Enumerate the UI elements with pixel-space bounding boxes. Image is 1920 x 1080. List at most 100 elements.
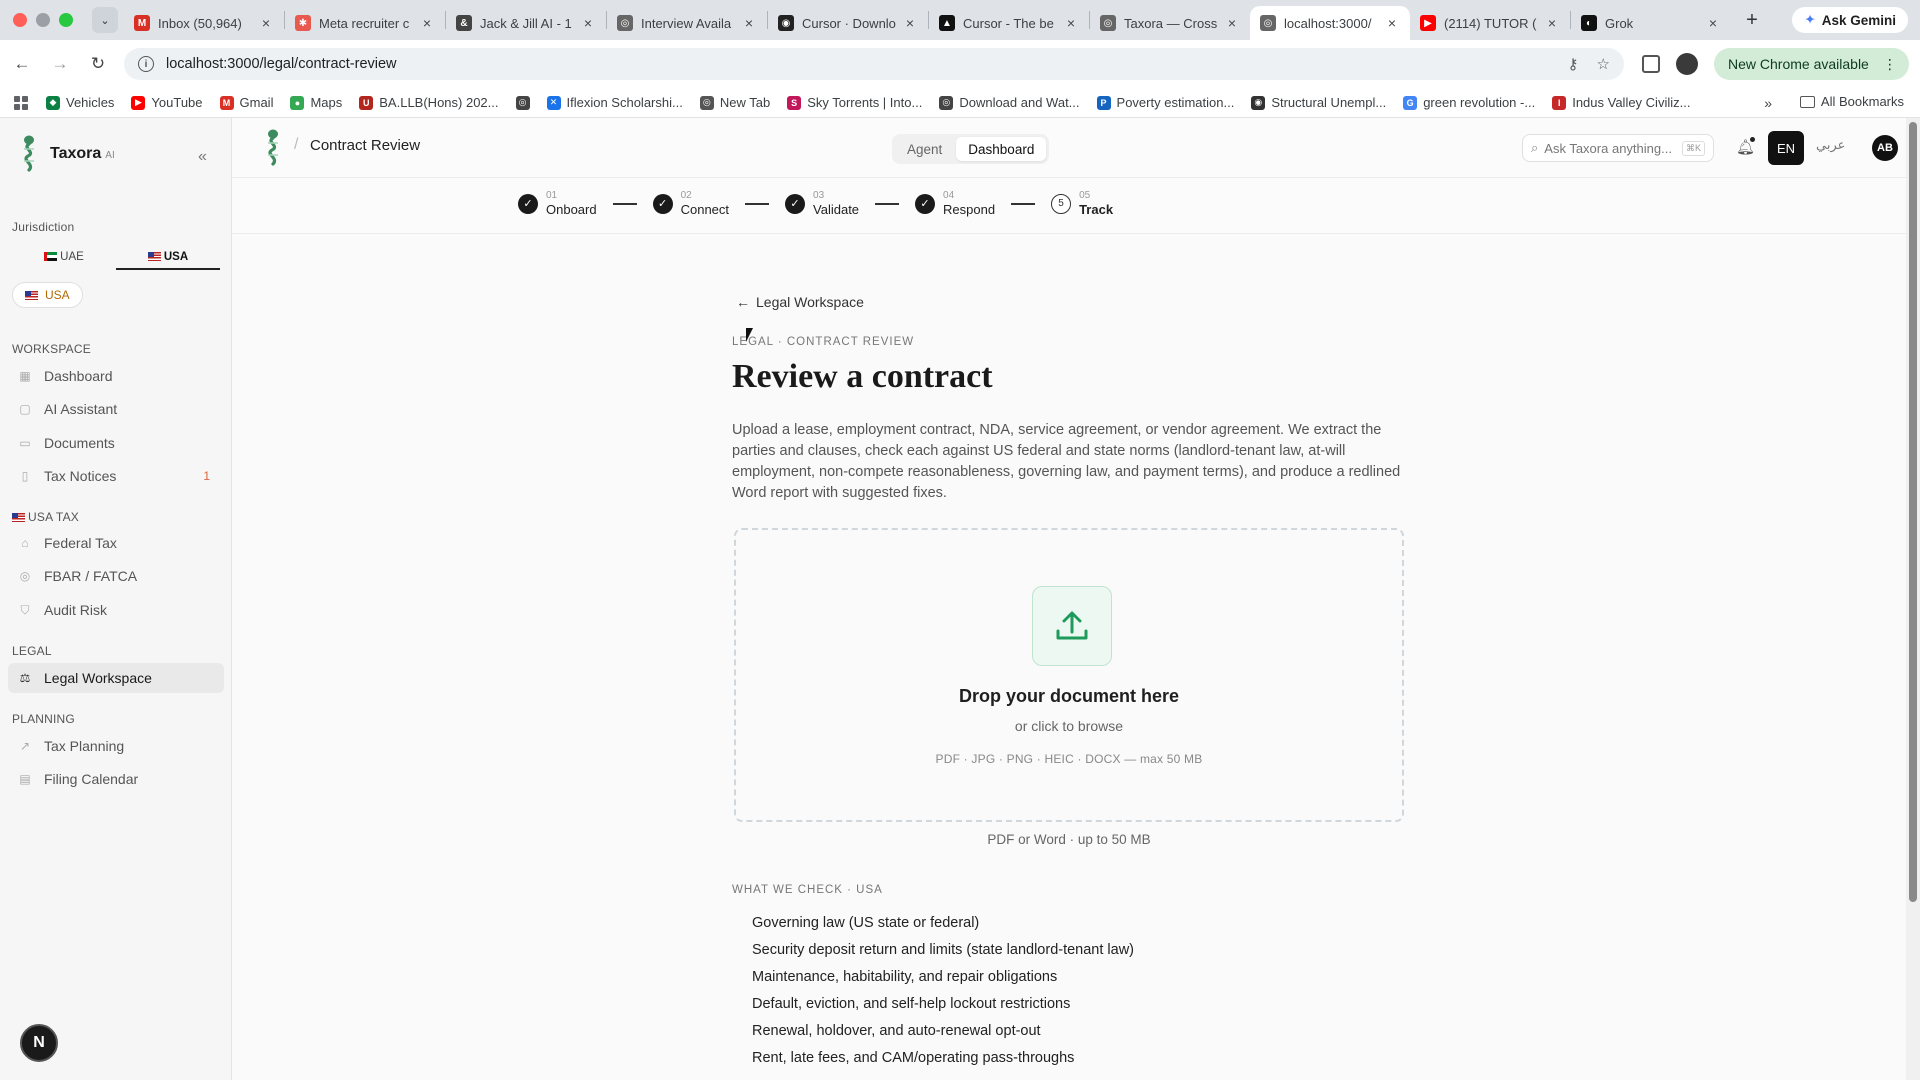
browser-tab[interactable]: ▶ (2114) TUTOR (× — [1410, 6, 1570, 40]
tab-title: (2114) TUTOR ( — [1444, 15, 1537, 31]
bookmark-star-icon[interactable]: ☆ — [1597, 55, 1610, 73]
reload-button[interactable]: ↻ — [82, 54, 114, 74]
address-bar[interactable]: i localhost:3000/legal/contract-review ⚷… — [124, 48, 1624, 80]
page-scrollbar[interactable] — [1906, 118, 1920, 1080]
bookmark-item[interactable]: ◎ New Tab — [699, 95, 770, 110]
browser-tab[interactable]: M Inbox (50,964) × — [124, 6, 284, 40]
bookmark-item[interactable]: ◉ Structural Unempl... — [1251, 95, 1386, 110]
language-ar-button[interactable]: عربي — [1816, 138, 1845, 153]
close-tab-icon[interactable]: × — [741, 15, 757, 31]
browser-tab[interactable]: ◎ Interview Availa × — [607, 6, 767, 40]
close-tab-icon[interactable]: × — [419, 15, 435, 31]
browser-tab[interactable]: ◎ Taxora — Cross × — [1090, 6, 1250, 40]
check-list-item: Maintenance, habitability, and repair ob… — [752, 969, 1058, 985]
scales-icon: ⚖ — [19, 671, 31, 685]
sidebar-item-tax-planning[interactable]: ↗ Tax Planning — [8, 731, 224, 761]
browser-tab[interactable]: ◎ localhost:3000/ × — [1250, 6, 1410, 40]
bookmark-item[interactable]: Ggreen revolution -... — [1403, 95, 1535, 110]
bookmark-item[interactable]: I Indus Valley Civiliz... — [1552, 95, 1690, 110]
bookmark-item[interactable]: U BA.LLB(Hons) 202... — [359, 95, 499, 110]
close-tab-icon[interactable]: × — [258, 15, 274, 31]
site-info-icon[interactable]: i — [138, 56, 154, 72]
bookmark-item[interactable]: ◆ Vehicles — [46, 95, 114, 110]
sidebar-item-audit-risk[interactable]: ⛉ Audit Risk — [8, 595, 224, 625]
breadcrumb-separator: / — [294, 136, 299, 153]
tab-title: Cursor · Downlo — [802, 15, 896, 31]
sidebar-item-federal-tax[interactable]: ⌂ Federal Tax — [8, 528, 224, 558]
sidebar-item-ai-assistant[interactable]: ▢ AI Assistant — [8, 394, 224, 424]
step-validate[interactable]: ✓ 03 Validate — [785, 190, 859, 218]
bookmark-label: Maps — [310, 95, 343, 110]
browser-tab[interactable]: ▲ Cursor - The be × — [929, 6, 1089, 40]
sidebar-item-fbar-fatca[interactable]: ◎ FBAR / FATCA — [8, 561, 224, 591]
usa-flag-icon — [12, 513, 25, 522]
tab-title: Meta recruiter c — [319, 15, 410, 31]
close-tab-icon[interactable]: × — [902, 15, 918, 31]
apps-grid-icon[interactable] — [14, 95, 28, 110]
browser-tab[interactable]: ✱ Meta recruiter c × — [285, 6, 445, 40]
sidebar-item-documents[interactable]: ▭ Documents — [8, 428, 224, 458]
jurisdiction-chip[interactable]: USA — [12, 282, 83, 308]
step-connect[interactable]: ✓ 02 Connect — [652, 190, 729, 218]
language-en-button[interactable]: EN — [1768, 131, 1804, 165]
user-avatar[interactable]: AB — [1872, 135, 1898, 161]
browser-tab[interactable]: ◉ Cursor · Downlo × — [768, 6, 928, 40]
extensions-icon[interactable] — [1642, 55, 1660, 73]
new-tab-button[interactable]: + — [1737, 9, 1767, 32]
notice-count-badge: 1 — [203, 469, 210, 483]
jurisdiction-uae[interactable]: UAE — [12, 246, 116, 270]
mode-dashboard-tab[interactable]: Dashboard — [956, 137, 1047, 161]
sidebar-item-dashboard[interactable]: ▦ Dashboard — [8, 361, 224, 391]
bookmark-item[interactable]: S Sky Torrents | Into... — [787, 95, 922, 110]
profile-avatar[interactable] — [1676, 53, 1698, 75]
close-tab-icon[interactable]: × — [1224, 15, 1240, 31]
browser-tab[interactable]: & Jack & Jill AI - 1 × — [446, 6, 606, 40]
bookmark-item[interactable]: ● Maps — [290, 95, 342, 110]
bookmark-item[interactable]: ◎ — [515, 95, 530, 110]
minimize-window-button[interactable] — [36, 13, 50, 27]
close-window-button[interactable] — [13, 13, 27, 27]
global-search-input[interactable]: ⌕ Ask Taxora anything... ⌘K — [1522, 134, 1714, 162]
sidebar-item-legal-workspace[interactable]: ⚖ Legal Workspace — [8, 663, 224, 693]
bookmark-item[interactable]: ▶ YouTube — [131, 95, 203, 110]
upload-icon-box — [1032, 586, 1112, 666]
bookmark-item[interactable]: P Poverty estimation... — [1096, 95, 1234, 110]
close-tab-icon[interactable]: × — [1063, 15, 1079, 31]
close-tab-icon[interactable]: × — [1384, 15, 1400, 31]
key-icon[interactable]: ⚷ — [1568, 55, 1579, 73]
step-track[interactable]: 5 05 Track — [1051, 190, 1113, 218]
back-button[interactable]: ← — [6, 54, 38, 74]
collapse-sidebar-icon[interactable]: « — [198, 148, 207, 166]
document-dropzone[interactable]: Drop your document here or click to brow… — [734, 528, 1404, 822]
jurisdiction-usa[interactable]: USA — [116, 246, 220, 270]
step-onboard[interactable]: ✓ 01 Onboard — [518, 190, 597, 218]
dev-tools-avatar[interactable]: N — [20, 1024, 58, 1062]
gmail-icon: M — [134, 15, 150, 31]
scrollbar-thumb[interactable] — [1909, 122, 1917, 902]
ask-gemini-button[interactable]: ✦ Ask Gemini — [1792, 7, 1908, 33]
pib-icon: P — [1096, 95, 1111, 110]
bookmark-label: Vehicles — [66, 95, 115, 110]
back-to-legal-workspace-link[interactable]: ← Legal Workspace — [736, 294, 864, 310]
bookmark-item[interactable]: M Gmail — [219, 95, 273, 110]
sidebar-item-filing-calendar[interactable]: ▤ Filing Calendar — [8, 764, 224, 794]
sidebar-item-tax-notices[interactable]: ▯ Tax Notices 1 — [8, 461, 224, 491]
more-bookmarks-icon[interactable]: » — [1764, 95, 1772, 111]
step-connector — [612, 203, 637, 205]
close-tab-icon[interactable]: × — [1544, 15, 1560, 31]
new-chrome-available-button[interactable]: New Chrome available ⋮ — [1714, 48, 1909, 80]
brand[interactable]: Taxora AI — [18, 134, 115, 174]
tab-search-button[interactable]: ⌄ — [92, 7, 118, 33]
maximize-window-button[interactable] — [59, 13, 73, 27]
browser-tab[interactable]: ◐ Grok × — [1571, 6, 1731, 40]
step-respond[interactable]: ✓ 04 Respond — [915, 190, 995, 218]
mode-agent-tab[interactable]: Agent — [895, 137, 954, 161]
taxora-logo-icon[interactable] — [262, 128, 284, 168]
bookmark-item[interactable]: ◎ Download and Wat... — [939, 95, 1080, 110]
forward-button[interactable]: → — [44, 54, 76, 74]
close-tab-icon[interactable]: × — [1705, 15, 1721, 31]
bookmark-item[interactable]: ✕ Iflexion Scholarshi... — [546, 95, 683, 110]
check-list: Governing law (US state or federal) Secur… — [752, 910, 1452, 1072]
all-bookmarks-button[interactable]: All Bookmarks — [1799, 94, 1904, 109]
close-tab-icon[interactable]: × — [580, 15, 596, 31]
